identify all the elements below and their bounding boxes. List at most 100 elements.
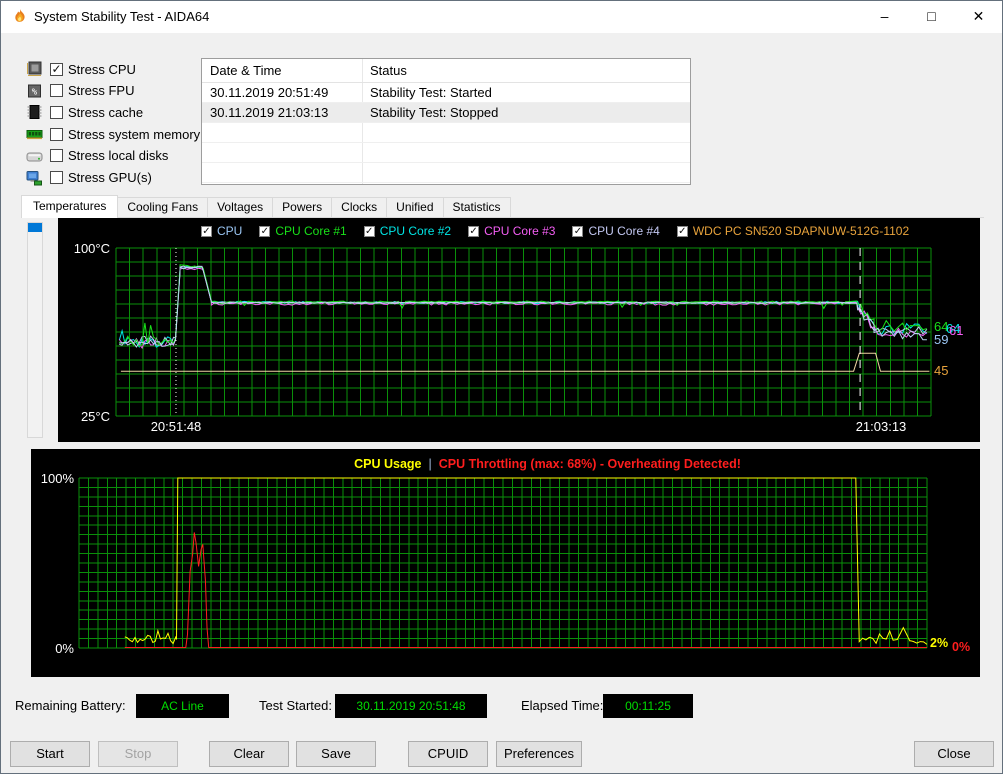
title-bar: System Stability Test - AIDA64 – □ ✕ — [1, 1, 1002, 33]
minimize-button[interactable]: – — [861, 1, 908, 32]
svg-text:%: % — [32, 87, 38, 97]
temp-chart-legend: ✓ CPU ✓ CPU Core #1 ✓ CPU Core #2 ✓ CPU Core #3… — [201, 224, 909, 238]
stress-option-stress-system-memory-checkbox[interactable] — [50, 127, 63, 141]
throttling-alert-text: CPU Throttling (max: 68%) - Overheating … — [438, 457, 741, 471]
temp-current-value: 45 — [934, 363, 949, 378]
temp-chart-plot — [115, 247, 932, 417]
temp-y-max-label: 100°C — [73, 241, 110, 256]
throttling-current-value: 0% — [952, 640, 971, 654]
memory-icon — [26, 126, 43, 142]
tab-voltages[interactable]: Voltages — [207, 197, 274, 218]
stress-option-stress-gpu-s-checkbox[interactable] — [50, 171, 63, 184]
tab-unified[interactable]: Unified — [386, 197, 444, 218]
stress-option-stress-fpu-checkbox[interactable] — [50, 84, 63, 98]
stress-option-label: Stress cache — [68, 104, 144, 120]
legend-item-cpu: ✓ CPU — [201, 224, 242, 238]
close-dialog-button[interactable]: Close — [914, 741, 994, 767]
stop-button: Stop — [98, 741, 178, 767]
log-table-header: Date & Time Status — [202, 59, 690, 83]
log-header-datetime: Date & Time — [210, 63, 282, 78]
usage-title-separator: | — [428, 457, 432, 471]
legend-label: CPU Core #1 — [275, 224, 347, 238]
tab-cooling-fans[interactable]: Cooling Fans — [117, 197, 209, 218]
stress-option-label: Stress CPU — [68, 61, 136, 77]
usage-chart-plot — [78, 477, 928, 649]
temp-x-stop-label: 21:03:13 — [855, 419, 907, 434]
legend-checkbox-cpu[interactable]: ✓ — [201, 225, 212, 237]
stress-option-label: Stress FPU — [68, 83, 135, 99]
elapsed-time-label: Elapsed Time: — [521, 698, 604, 713]
legend-checkbox-cpu-core-2[interactable]: ✓ — [363, 225, 375, 237]
stress-option-stress-local-disks: Stress local disks — [26, 146, 168, 166]
tab-bar: Temperatures Cooling Fans Voltages Powers Cl… — [21, 195, 511, 218]
legend-checkbox-cpu-core-4[interactable]: ✓ — [572, 225, 584, 237]
stress-option-stress-cache: Stress cache — [26, 102, 143, 122]
log-row-empty — [202, 163, 690, 183]
start-button[interactable]: Start — [10, 741, 90, 767]
log-row[interactable]: 30.11.2019 21:03:13 Stability Test: Stopp… — [202, 103, 690, 123]
gpu-icon — [26, 170, 43, 186]
legend-item-cpu-core-3: ✓ CPU Core #3 — [468, 224, 555, 238]
temp-current-value: 59 — [934, 332, 949, 347]
log-row[interactable]: 30.11.2019 20:51:49 Stability Test: Start… — [202, 83, 690, 103]
cpuid-button[interactable]: CPUID — [408, 741, 488, 767]
usage-y-min-label: 0% — [55, 641, 74, 656]
log-row-empty — [202, 123, 690, 143]
log-row-empty — [202, 143, 690, 163]
log-cell-status: Stability Test: Stopped — [370, 105, 499, 120]
legend-label: CPU Core #3 — [484, 224, 556, 238]
disk-icon — [26, 148, 43, 164]
clear-button[interactable]: Clear — [209, 741, 289, 767]
legend-checkbox-wdc-pc-sn520-sdapnuw-512g-1102[interactable]: ✓ — [676, 225, 688, 237]
legend-item-cpu-core-4: ✓ CPU Core #4 — [572, 224, 660, 238]
maximize-button[interactable]: □ — [908, 1, 955, 32]
remaining-battery-value: AC Line — [136, 694, 229, 718]
log-header-status: Status — [370, 63, 407, 78]
usage-y-max-label: 100% — [40, 471, 74, 486]
save-button[interactable]: Save — [296, 741, 376, 767]
temp-y-min-label: 25°C — [80, 409, 110, 424]
legend-checkbox-cpu-core-1[interactable]: ✓ — [259, 225, 271, 237]
series-cpu-throttling — [124, 532, 927, 648]
temp-x-start-label: 20:51:48 — [150, 419, 202, 434]
test-started-label: Test Started: — [259, 698, 332, 713]
elapsed-time-value: 00:11:25 — [603, 694, 693, 718]
tab-temperatures[interactable]: Temperatures — [21, 195, 119, 218]
tab-clocks[interactable]: Clocks — [331, 197, 388, 218]
legend-label: CPU — [217, 224, 243, 238]
temp-current-value: 61 — [949, 323, 964, 338]
legend-checkbox-cpu-core-3[interactable]: ✓ — [468, 225, 480, 237]
legend-item-cpu-core-2: ✓ CPU Core #2 — [363, 224, 452, 238]
tab-powers[interactable]: Powers — [272, 197, 333, 218]
stress-option-label: Stress local disks — [68, 148, 169, 164]
remaining-battery-label: Remaining Battery: — [15, 698, 126, 713]
tab-statistics[interactable]: Statistics — [442, 197, 511, 218]
stress-option-label: Stress GPU(s) — [68, 170, 152, 185]
legend-label: CPU Core #4 — [588, 224, 660, 238]
temperature-chart: ✓ CPU ✓ CPU Core #1 ✓ CPU Core #2 ✓ CPU Core #3… — [58, 218, 980, 442]
log-cell-status: Stability Test: Started — [370, 85, 492, 100]
flame-icon — [12, 9, 28, 25]
stress-option-stress-cpu-checkbox[interactable]: ✓ — [50, 62, 63, 76]
stress-option-stress-cpu: ✓ Stress CPU — [26, 59, 136, 79]
series-wdc-pc-sn520-sdapnuw-512g-1102 — [120, 352, 930, 372]
stress-option-stress-fpu: % Stress FPU — [26, 81, 134, 101]
close-window-button[interactable]: ✕ — [955, 1, 1002, 32]
legend-item-wdc-pc-sn520-sdapnuw-512g-1102: ✓ WDC PC SN520 SDAPNUW-512G-1102 — [676, 224, 910, 238]
legend-item-cpu-core-1: ✓ CPU Core #1 — [259, 224, 347, 238]
cpu-usage-chart: CPU Usage | CPU Throttling (max: 68%) - … — [31, 449, 980, 677]
legend-label: CPU Core #2 — [379, 224, 452, 238]
legend-label: WDC PC SN520 SDAPNUW-512G-1102 — [692, 224, 910, 238]
stress-option-stress-cache-checkbox[interactable] — [50, 105, 63, 119]
stress-option-stress-gpu-s: Stress GPU(s) — [26, 168, 152, 188]
log-cell-datetime: 30.11.2019 21:03:13 — [210, 105, 329, 120]
temp-chart-scrollbar — [27, 222, 43, 438]
temp-chart-scrollbar-thumb[interactable] — [28, 223, 42, 232]
preferences-button[interactable]: Preferences — [496, 741, 582, 767]
window-title: System Stability Test - AIDA64 — [34, 9, 210, 24]
fpu-icon: % — [26, 83, 43, 99]
stability-test-window: System Stability Test - AIDA64 – □ ✕ ✓ St… — [0, 0, 1003, 774]
usage-title-text: CPU Usage — [354, 457, 422, 471]
cpu-icon — [26, 61, 43, 77]
stress-option-stress-local-disks-checkbox[interactable] — [50, 149, 63, 163]
